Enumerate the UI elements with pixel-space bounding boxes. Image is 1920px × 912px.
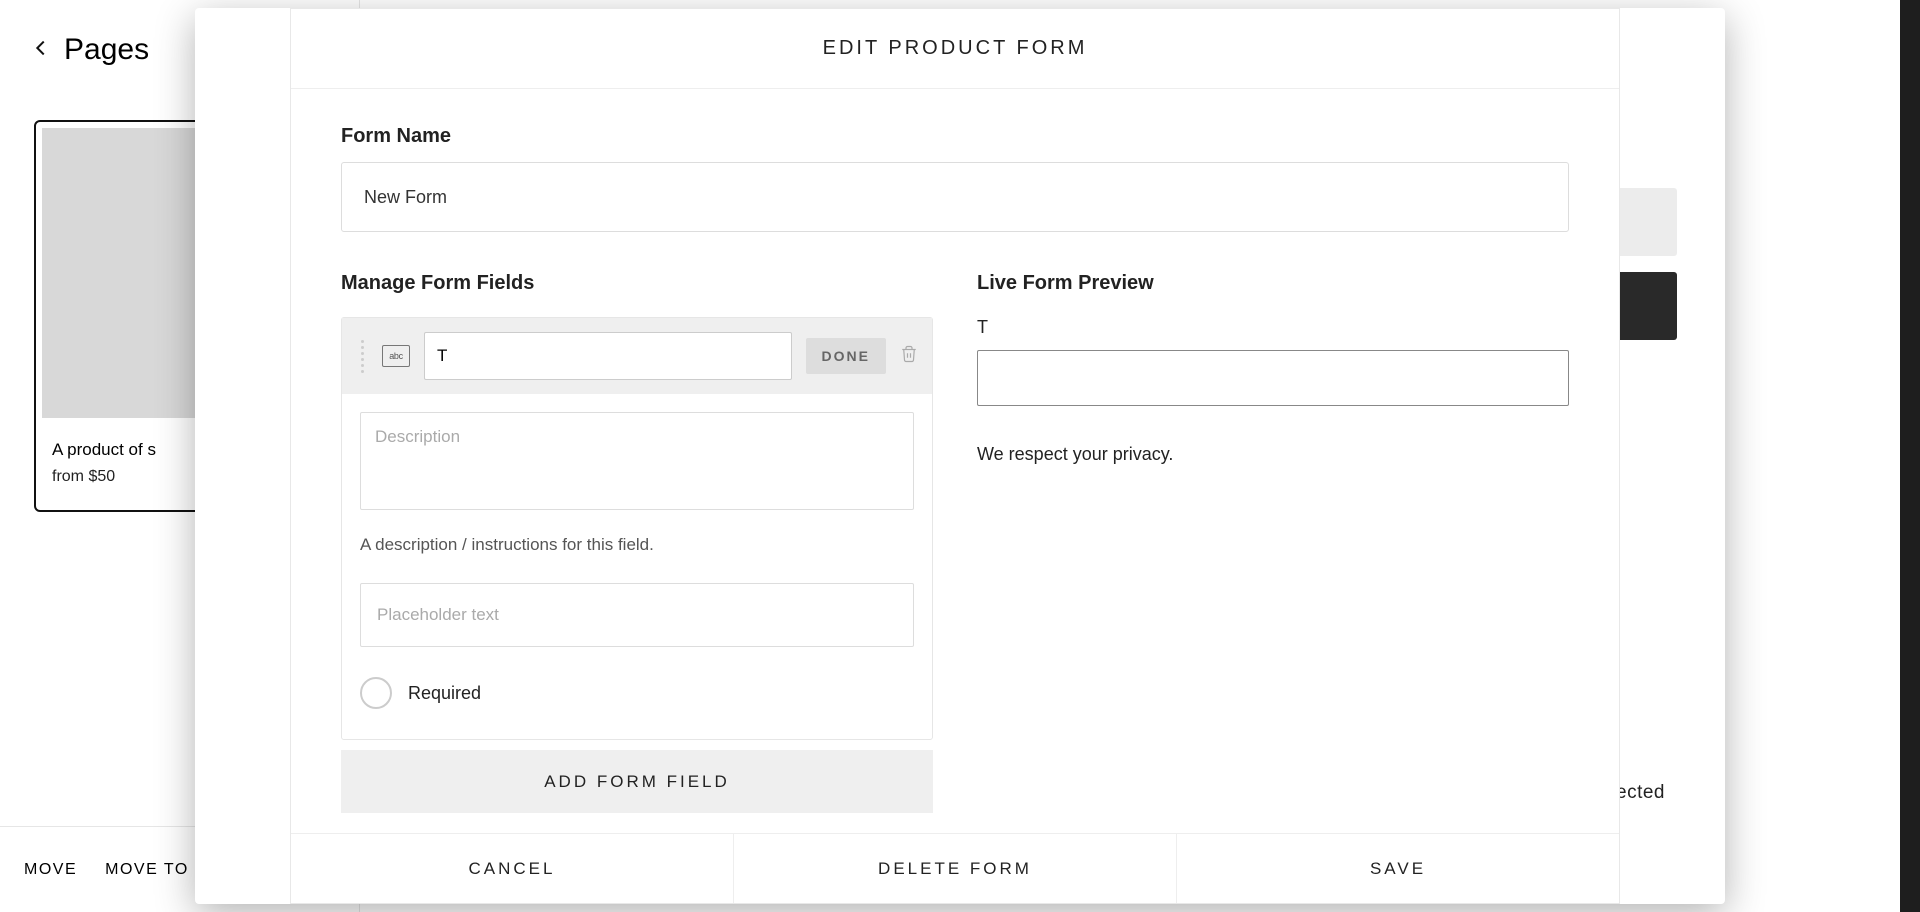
field-type-text-icon[interactable]: abc [382,345,410,367]
field-body: A description / instructions for this fi… [342,394,932,739]
modal-footer: CANCEL DELETE FORM SAVE [291,833,1619,903]
manage-fields-heading: Manage Form Fields [341,272,933,295]
privacy-note: We respect your privacy. [977,444,1569,465]
preview-text-input[interactable] [977,350,1569,406]
move-button[interactable]: MOVE [24,861,77,879]
live-preview-heading: Live Form Preview [977,272,1569,295]
manage-fields-column: Manage Form Fields abc DONE [341,272,933,813]
placeholder-text-input[interactable] [360,583,914,647]
right-dark-strip [1900,0,1920,912]
field-editor: abc DONE A description / instructions fo… [341,317,933,740]
delete-form-button[interactable]: DELETE FORM [734,834,1177,903]
back-chevron-icon[interactable] [30,37,52,64]
required-label: Required [408,683,481,704]
cancel-button[interactable]: CANCEL [291,834,734,903]
modal-title: EDIT PRODUCT FORM [291,9,1619,89]
save-button[interactable]: SAVE [1177,834,1619,903]
required-row: Required [360,677,914,709]
add-form-field-button[interactable]: ADD FORM FIELD [341,750,933,813]
trash-icon[interactable] [900,344,918,369]
form-name-label: Form Name [341,125,1569,148]
field-name-input[interactable] [424,332,792,380]
description-textarea[interactable] [360,412,914,510]
field-header-row: abc DONE [342,318,932,394]
required-toggle[interactable] [360,677,392,709]
done-button[interactable]: DONE [806,338,886,374]
live-preview-column: Live Form Preview T We respect your priv… [977,272,1569,813]
drag-handle-icon[interactable] [356,340,368,373]
description-hint: A description / instructions for this fi… [360,535,914,555]
form-name-input[interactable] [341,162,1569,232]
move-to-button[interactable]: MOVE TO [105,861,189,879]
preview-field-label: T [977,317,1569,338]
edit-product-form-modal: EDIT PRODUCT FORM Form Name Manage Form … [290,8,1620,904]
